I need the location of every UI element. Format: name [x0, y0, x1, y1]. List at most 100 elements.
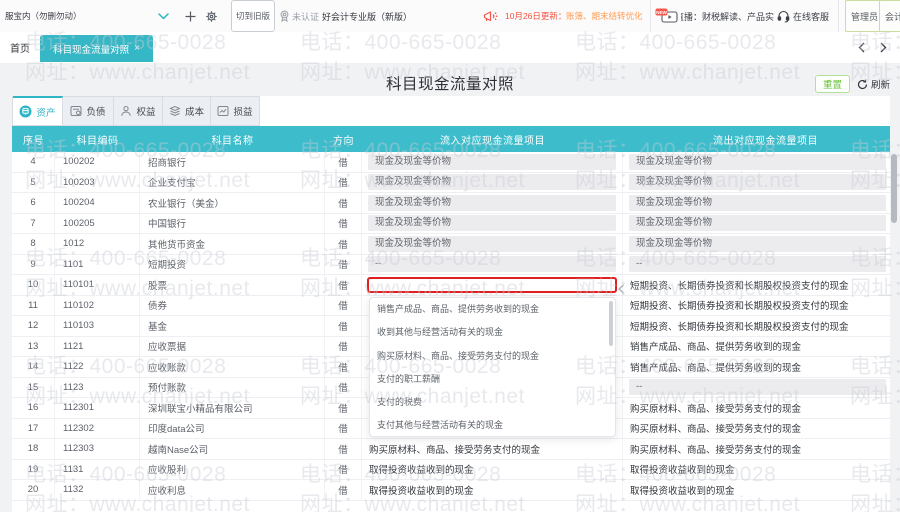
outflow-cell: 短期投资、长期债券投资和长期股权投资支付的现金 [623, 316, 890, 336]
outflow-value[interactable]: 购买原材料、商品、接受劳务支付的现金 [623, 401, 801, 415]
dropdown-option[interactable]: 收到其他与经营活动有关的现金 [370, 321, 615, 344]
inflow-cell: 现金及现金等价物 [362, 173, 623, 193]
cert-label: 未认证 [292, 10, 319, 23]
inflow-value[interactable]: 购买原材料、商品、接受劳务支付的现金 [362, 442, 540, 456]
cashflow-item-dropdown: 销售产成品、商品、提供劳务收到的现金收到其他与经营活动有关的现金购买原材料、商品… [369, 297, 616, 437]
account-name-cell: 企业支付宝 [140, 173, 325, 193]
inflow-cell: 取得投资收益收到的现金 [362, 480, 623, 500]
liability-icon [70, 105, 82, 117]
account-code-cell: 110102 [55, 296, 140, 316]
dropdown-option[interactable]: 购买原材料、商品、接受劳务支付的现金 [370, 345, 615, 368]
direction-cell: 借 [325, 398, 362, 418]
table-row: 91101短期投资借---- [12, 255, 890, 276]
dropdown-option[interactable]: 支付的职工薪酬 [370, 368, 615, 391]
category-tab-liabilities[interactable]: 负债 [63, 96, 114, 125]
reset-button[interactable]: 重置 [815, 75, 850, 93]
row-number-cell: 6 [12, 193, 55, 213]
account-name-cell: 股票 [140, 275, 325, 295]
dropdown-option[interactable]: 支付其他与经营活动有关的现金 [370, 414, 615, 437]
certificate-seal-icon [279, 10, 290, 22]
switch-old-version-button[interactable]: 切到旧版 [231, 0, 275, 32]
column-header: 序号 [12, 126, 55, 152]
megaphone-icon [483, 0, 498, 32]
account-code-cell: 1121 [55, 337, 140, 357]
divider [650, 0, 651, 32]
table-row: 81012其他货币资金借现金及现金等价物现金及现金等价物 [12, 234, 890, 255]
outflow-value[interactable]: 销售产成品、商品、提供劳务收到的现金 [623, 339, 801, 353]
outflow-value[interactable]: 取得投资收益收到的现金 [623, 483, 735, 497]
outflow-value[interactable]: 短期投资、长期债券投资和长期股权投资支付的现金 [623, 319, 849, 333]
inflow-value[interactable]: 取得投资收益收到的现金 [362, 483, 474, 497]
tab-home[interactable]: 首页 [10, 32, 30, 63]
outflow-disabled-input: 现金及现金等价物 [629, 236, 886, 252]
online-support-link[interactable]: 在线客服 [793, 0, 829, 32]
category-tab-label: 资产 [36, 105, 55, 119]
cost-icon [169, 105, 181, 117]
outflow-value[interactable]: 短期投资、长期债券投资和长期股权投资支付的现金 [623, 298, 849, 312]
outflow-value[interactable]: 购买原材料、商品、接受劳务支付的现金 [623, 442, 801, 456]
outflow-cell: 短期投资、长期债券投资和长期股权投资支付的现金 [623, 275, 890, 295]
account-code-cell: 1123 [55, 378, 140, 398]
live-broadcast-link[interactable]: 直播：财税解读、产品实 [681, 0, 774, 32]
outflow-value[interactable]: 购买原材料、商品、接受劳务支付的现金 [623, 421, 801, 435]
workspace-selector[interactable]: 服宝内（勿删勿动） [5, 0, 82, 32]
inflow-disabled-input: 现金及现金等价物 [368, 154, 616, 170]
direction-cell: 借 [325, 480, 362, 500]
accountant-role-button[interactable]: 会计 [879, 0, 900, 32]
inflow-value[interactable]: 取得投资收益收到的现金 [362, 462, 474, 476]
tab-cashflow-mapping[interactable]: 科目现金流量对照 × [40, 35, 153, 62]
table-header: 序号科目编码科目名称方向流入对应现金流量项目流出对应现金流量项目 [12, 126, 890, 152]
direction-cell: 借 [325, 296, 362, 316]
tab-scroll-right-icon[interactable] [880, 42, 887, 53]
inflow-cell: 现金及现金等价物 [362, 193, 623, 213]
dropdown-option[interactable]: 销售产成品、商品、提供劳务收到的现金 [370, 298, 615, 321]
inflow-cell [362, 275, 623, 295]
account-name-cell: 应收股利 [140, 460, 325, 480]
category-tab-assets[interactable]: 资产 [13, 96, 63, 125]
tab-scroll-arrows [858, 32, 887, 63]
account-name-cell: 债券 [140, 296, 325, 316]
table-scrollbar[interactable] [891, 154, 897, 223]
tab-scroll-left-icon[interactable] [858, 42, 865, 53]
page-tabs-bar: 首页 科目现金流量对照 × [0, 32, 900, 63]
topbar: 服宝内（勿删勿动） 切到旧版 未认证 好会计专业版（新版） [0, 0, 900, 32]
account-name-cell: 越南Nase公司 [140, 439, 325, 459]
account-code-cell: 100202 [55, 152, 140, 172]
direction-cell: 借 [325, 193, 362, 213]
gear-icon[interactable] [205, 0, 218, 32]
divider [838, 0, 839, 32]
account-name-cell: 应收账款 [140, 357, 325, 377]
category-tab-label: 成本 [185, 104, 204, 118]
table-row: 7100205中国银行借现金及现金等价物现金及现金等价物 [12, 214, 890, 235]
announcement-text[interactable]: 账簿、期末结转优化 [566, 0, 643, 32]
add-tab-icon[interactable] [185, 0, 196, 32]
chevron-down-icon[interactable] [158, 0, 169, 32]
inflow-select-input-focused[interactable] [367, 277, 617, 293]
select-collapse-icon[interactable] [617, 281, 625, 299]
close-icon[interactable]: × [134, 43, 140, 54]
announcement-date[interactable]: 10月26日更新： [505, 0, 566, 32]
dropdown-option[interactable]: 支付的税费 [370, 391, 615, 414]
category-tab-equity[interactable]: 权益 [114, 96, 163, 125]
account-code-cell: 112303 [55, 439, 140, 459]
account-name-cell: 印度data公司 [140, 419, 325, 439]
category-tab-profit-loss[interactable]: 损益 [211, 96, 259, 125]
row-number-cell: 5 [12, 173, 55, 193]
outflow-value[interactable]: 取得投资收益收到的现金 [623, 462, 735, 476]
live-tv-icon[interactable]: NEW [655, 0, 679, 32]
account-name-cell: 招商银行 [140, 152, 325, 172]
outflow-value[interactable]: 销售产成品、商品、提供劳务收到的现金 [623, 360, 801, 374]
account-name-cell: 基金 [140, 316, 325, 336]
category-tab-cost[interactable]: 成本 [163, 96, 211, 125]
headset-icon[interactable] [777, 0, 790, 32]
direction-cell: 借 [325, 152, 362, 172]
table-row: 10110101股票借短期投资、长期债券投资和长期股权投资支付的现金 [12, 275, 890, 296]
direction-cell: 借 [325, 275, 362, 295]
dropdown-scrollbar[interactable] [609, 301, 613, 346]
outflow-cell: 销售产成品、商品、提供劳务收到的现金 [623, 337, 890, 357]
account-code-cell: 1101 [55, 255, 140, 275]
refresh-button[interactable]: 刷新 [857, 75, 890, 93]
outflow-value[interactable]: 短期投资、长期债券投资和长期股权投资支付的现金 [623, 278, 849, 292]
category-tabs: 资产负债权益 成本损益 [12, 96, 260, 126]
cert-status[interactable]: 未认证 [279, 0, 319, 32]
